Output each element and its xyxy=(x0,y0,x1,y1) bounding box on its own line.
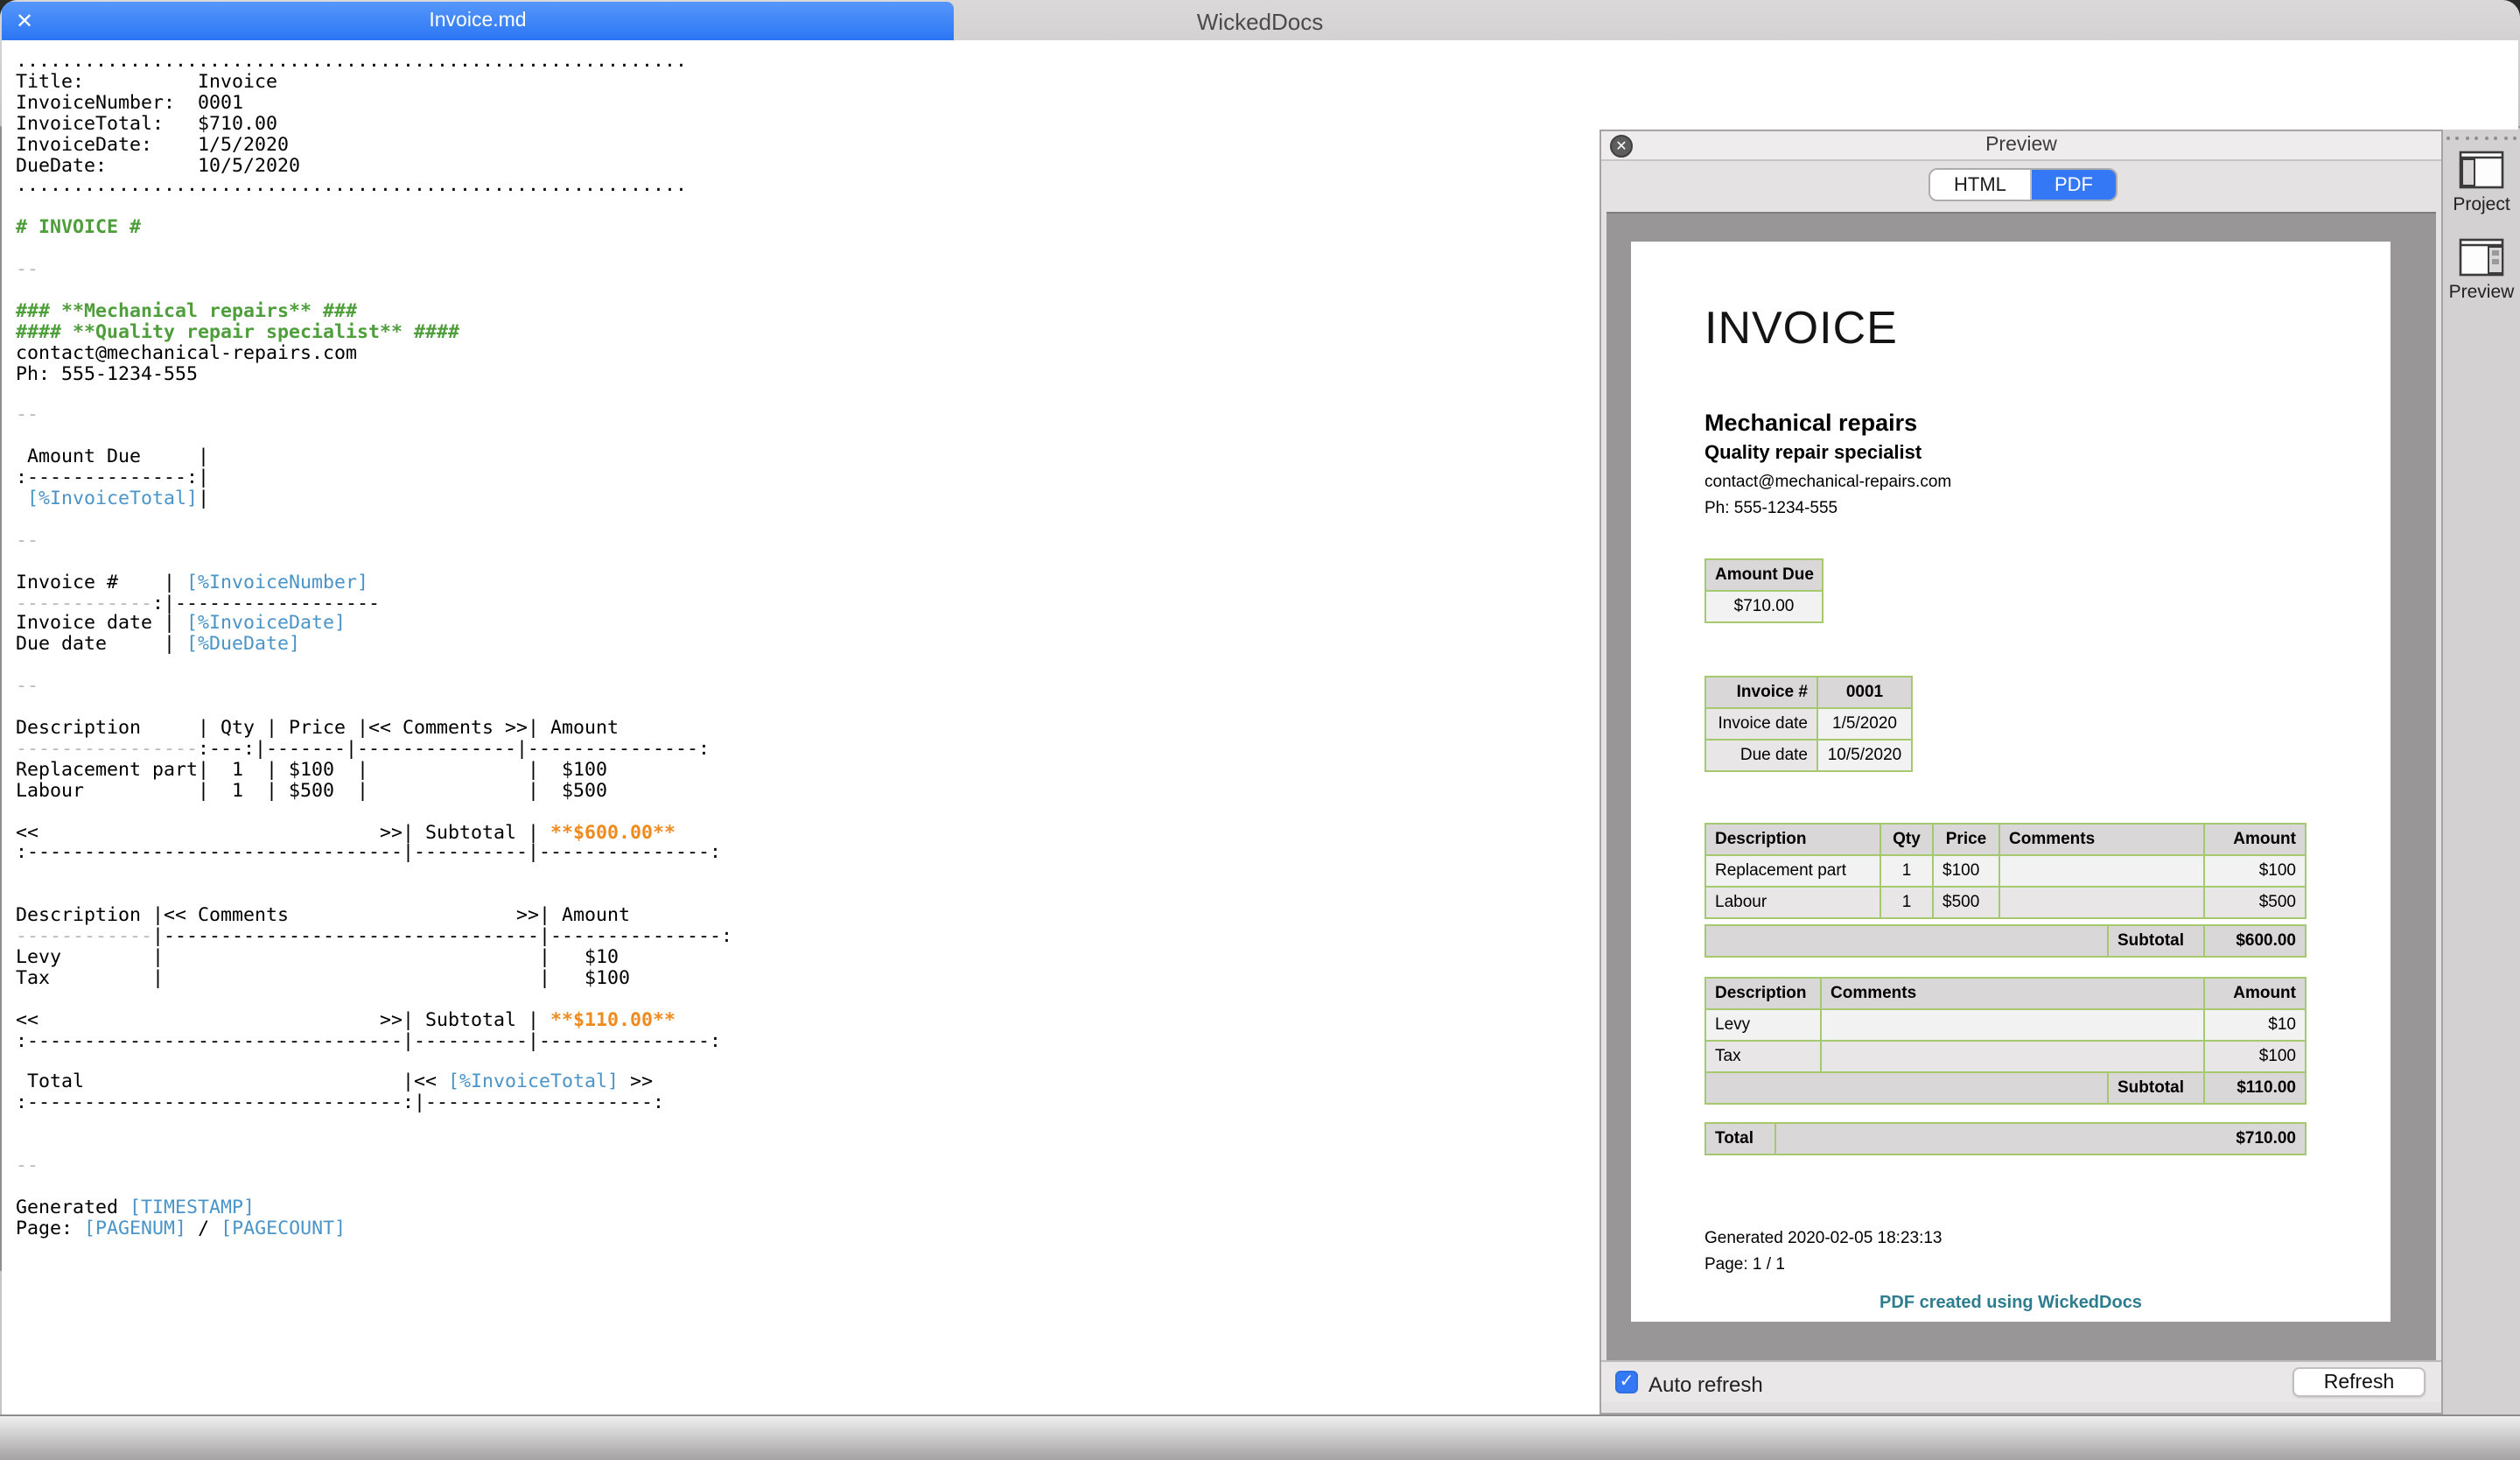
generated-timestamp: Generated 2020-02-05 18:23:13 xyxy=(1704,1229,1942,1248)
close-editor-icon[interactable]: ✕ xyxy=(16,2,33,40)
invoice-title: INVOICE xyxy=(1704,301,1898,355)
items-header: Amount xyxy=(2204,824,2306,855)
meta-cell: Invoice # xyxy=(1705,677,1817,708)
fees-header: Comments xyxy=(1821,978,2204,1009)
items-header: Price xyxy=(1933,824,1999,855)
fees-header: Amount xyxy=(2204,978,2306,1009)
app-root: WickedDocs New Open xyxy=(0,0,2520,1460)
invoice-company: Mechanical repairs xyxy=(1704,410,1917,436)
subtotal-spacer xyxy=(1705,1072,2108,1104)
subtotal-value: $600.00 xyxy=(2204,925,2306,957)
invoice-meta-table: Invoice # 0001 Invoice date 1/5/2020 Due… xyxy=(1704,676,1913,772)
preview-bottom-bar: ✓ Auto refresh Refresh xyxy=(1601,1360,2441,1402)
sidebar-project-button[interactable]: Project xyxy=(2443,151,2520,215)
items-subtotal-bar: Subtotal $600.00 xyxy=(1704,924,2306,958)
close-panel-icon[interactable]: ✕ xyxy=(1610,135,1633,158)
preview-tabs: HTML PDF xyxy=(1928,168,2118,201)
items-header: Qty xyxy=(1880,824,1933,855)
total-bar: Total $710.00 xyxy=(1704,1122,2306,1155)
total-label: Total xyxy=(1705,1123,1775,1155)
items-cell: 1 xyxy=(1880,855,1933,887)
items-cell: Labour xyxy=(1705,887,1880,918)
fees-cell xyxy=(1821,1041,2204,1072)
editor-title: Invoice.md xyxy=(429,11,526,32)
invoice-tagline: Quality repair specialist xyxy=(1704,443,1922,464)
items-cell: $100 xyxy=(2204,855,2306,887)
meta-cell: 0001 xyxy=(1817,677,1912,708)
project-panel-icon xyxy=(2459,151,2504,189)
amount-due-header: Amount Due xyxy=(1705,559,1823,591)
page-number-line: Page: 1 / 1 xyxy=(1704,1255,1785,1274)
subtotal-spacer xyxy=(1705,925,2108,957)
preview-panel-icon xyxy=(2459,238,2504,277)
panel-sidebar: Project Preview xyxy=(2443,130,2520,1414)
refresh-button[interactable]: Refresh xyxy=(2292,1367,2426,1397)
tab-html[interactable]: HTML xyxy=(1930,170,2032,200)
invoice-email: contact@mechanical-repairs.com xyxy=(1704,473,1951,492)
sidebar-preview-button[interactable]: Preview xyxy=(2443,238,2520,303)
window-bottom-edge xyxy=(0,1414,2520,1460)
fees-table: Description Comments Amount Levy $10 Tax… xyxy=(1704,977,2306,1073)
pdf-backdrop: INVOICE Mechanical repairs Quality repai… xyxy=(1606,212,2436,1360)
items-cell: $100 xyxy=(1933,855,1999,887)
fees-cell: Tax xyxy=(1705,1041,1821,1072)
auto-refresh-label: Auto refresh xyxy=(1648,1372,1763,1397)
amount-due-table: Amount Due $710.00 xyxy=(1704,558,1824,623)
meta-cell: 10/5/2020 xyxy=(1817,740,1912,771)
items-cell: $500 xyxy=(2204,887,2306,918)
editor-titlebar[interactable]: ✕ Invoice.md xyxy=(2,2,954,40)
pdf-page: INVOICE Mechanical repairs Quality repai… xyxy=(1631,242,2390,1322)
fees-cell: $10 xyxy=(2204,1009,2306,1041)
main-window: WickedDocs New Open xyxy=(0,0,2520,1460)
editor-panel: ✕ Invoice.md ...........................… xyxy=(0,0,956,1271)
preview-panel-header: ✕ Preview xyxy=(1601,131,2441,161)
sidebar-button-label: Preview xyxy=(2449,282,2515,303)
sidebar-button-label: Project xyxy=(2453,194,2510,215)
meta-cell: Due date xyxy=(1705,740,1817,771)
items-header: Description xyxy=(1705,824,1880,855)
fees-cell: Levy xyxy=(1705,1009,1821,1041)
tab-pdf[interactable]: PDF xyxy=(2032,170,2116,200)
auto-refresh-checkbox[interactable]: ✓ xyxy=(1615,1371,1638,1393)
fees-subtotal-bar: Subtotal $110.00 xyxy=(1704,1071,2306,1105)
items-cell: 1 xyxy=(1880,887,1933,918)
drag-handle-dots xyxy=(2443,137,2520,140)
preview-panel-title: Preview xyxy=(1985,135,2057,156)
fees-cell xyxy=(1821,1009,2204,1041)
preview-panel: ✕ Preview HTML PDF INVOICE Mechanical re… xyxy=(1600,130,2443,1414)
items-header: Comments xyxy=(1999,824,2204,855)
fees-header: Description xyxy=(1705,978,1821,1009)
meta-cell: 1/5/2020 xyxy=(1817,708,1912,740)
items-cell: Replacement part xyxy=(1705,855,1880,887)
pdf-footer-credit: PDF created using WickedDocs xyxy=(1631,1294,2390,1313)
total-value: $710.00 xyxy=(1775,1123,2306,1155)
fees-cell: $100 xyxy=(2204,1041,2306,1072)
items-cell xyxy=(1999,855,2204,887)
items-cell xyxy=(1999,887,2204,918)
subtotal-label: Subtotal xyxy=(2108,1072,2204,1104)
meta-cell: Invoice date xyxy=(1705,708,1817,740)
invoice-phone: Ph: 555-1234-555 xyxy=(1704,499,1838,518)
subtotal-label: Subtotal xyxy=(2108,925,2204,957)
items-table: Description Qty Price Comments Amount Re… xyxy=(1704,823,2306,919)
items-cell: $500 xyxy=(1933,887,1999,918)
subtotal-value: $110.00 xyxy=(2204,1072,2306,1104)
amount-due-value: $710.00 xyxy=(1705,591,1823,622)
